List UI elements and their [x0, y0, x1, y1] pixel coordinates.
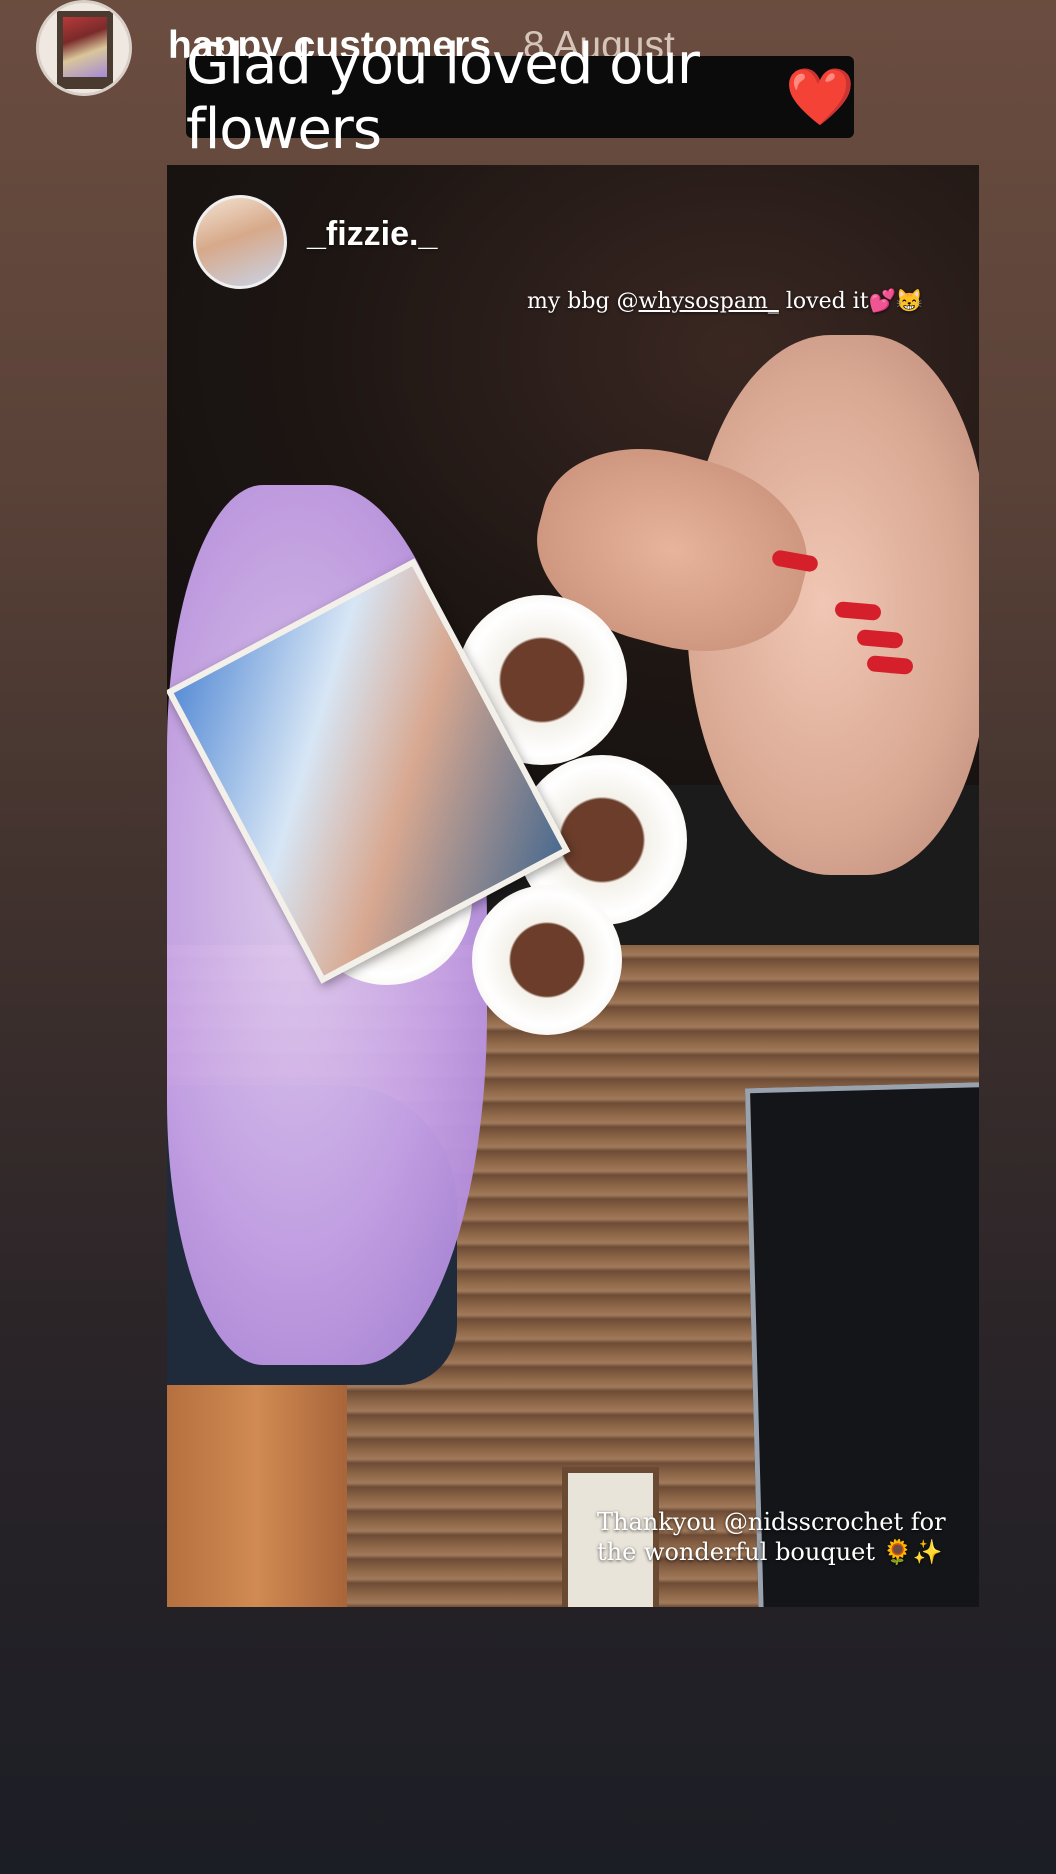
caption-text: Glad you loved our flowers — [186, 32, 700, 162]
story-bottom-caption: Thankyou @nidsscrochet for the wonderful… — [597, 1508, 946, 1566]
poster-username[interactable]: _fizzie._ — [307, 215, 437, 254]
caption-prefix: my bbg @ — [527, 289, 639, 314]
story-top-caption: my bbg @whysospam_ loved it💕😸 — [527, 289, 923, 314]
heart-emoji-icon: ❤️ — [785, 65, 855, 130]
crochet-sunflower — [472, 885, 622, 1035]
reshared-story-card[interactable]: _fizzie._ my bbg @whysospam_ loved it💕😸 … — [167, 165, 979, 1607]
mention-link[interactable]: whysospam_ — [639, 289, 779, 314]
photo-table — [167, 1355, 347, 1607]
caption-suffix: loved it💕😸 — [778, 289, 924, 314]
story-caption-banner: Glad you loved our flowers ❤️ — [186, 32, 855, 162]
avatar-photo — [63, 17, 107, 77]
account-avatar[interactable] — [36, 0, 132, 96]
poster-avatar[interactable] — [193, 195, 287, 289]
